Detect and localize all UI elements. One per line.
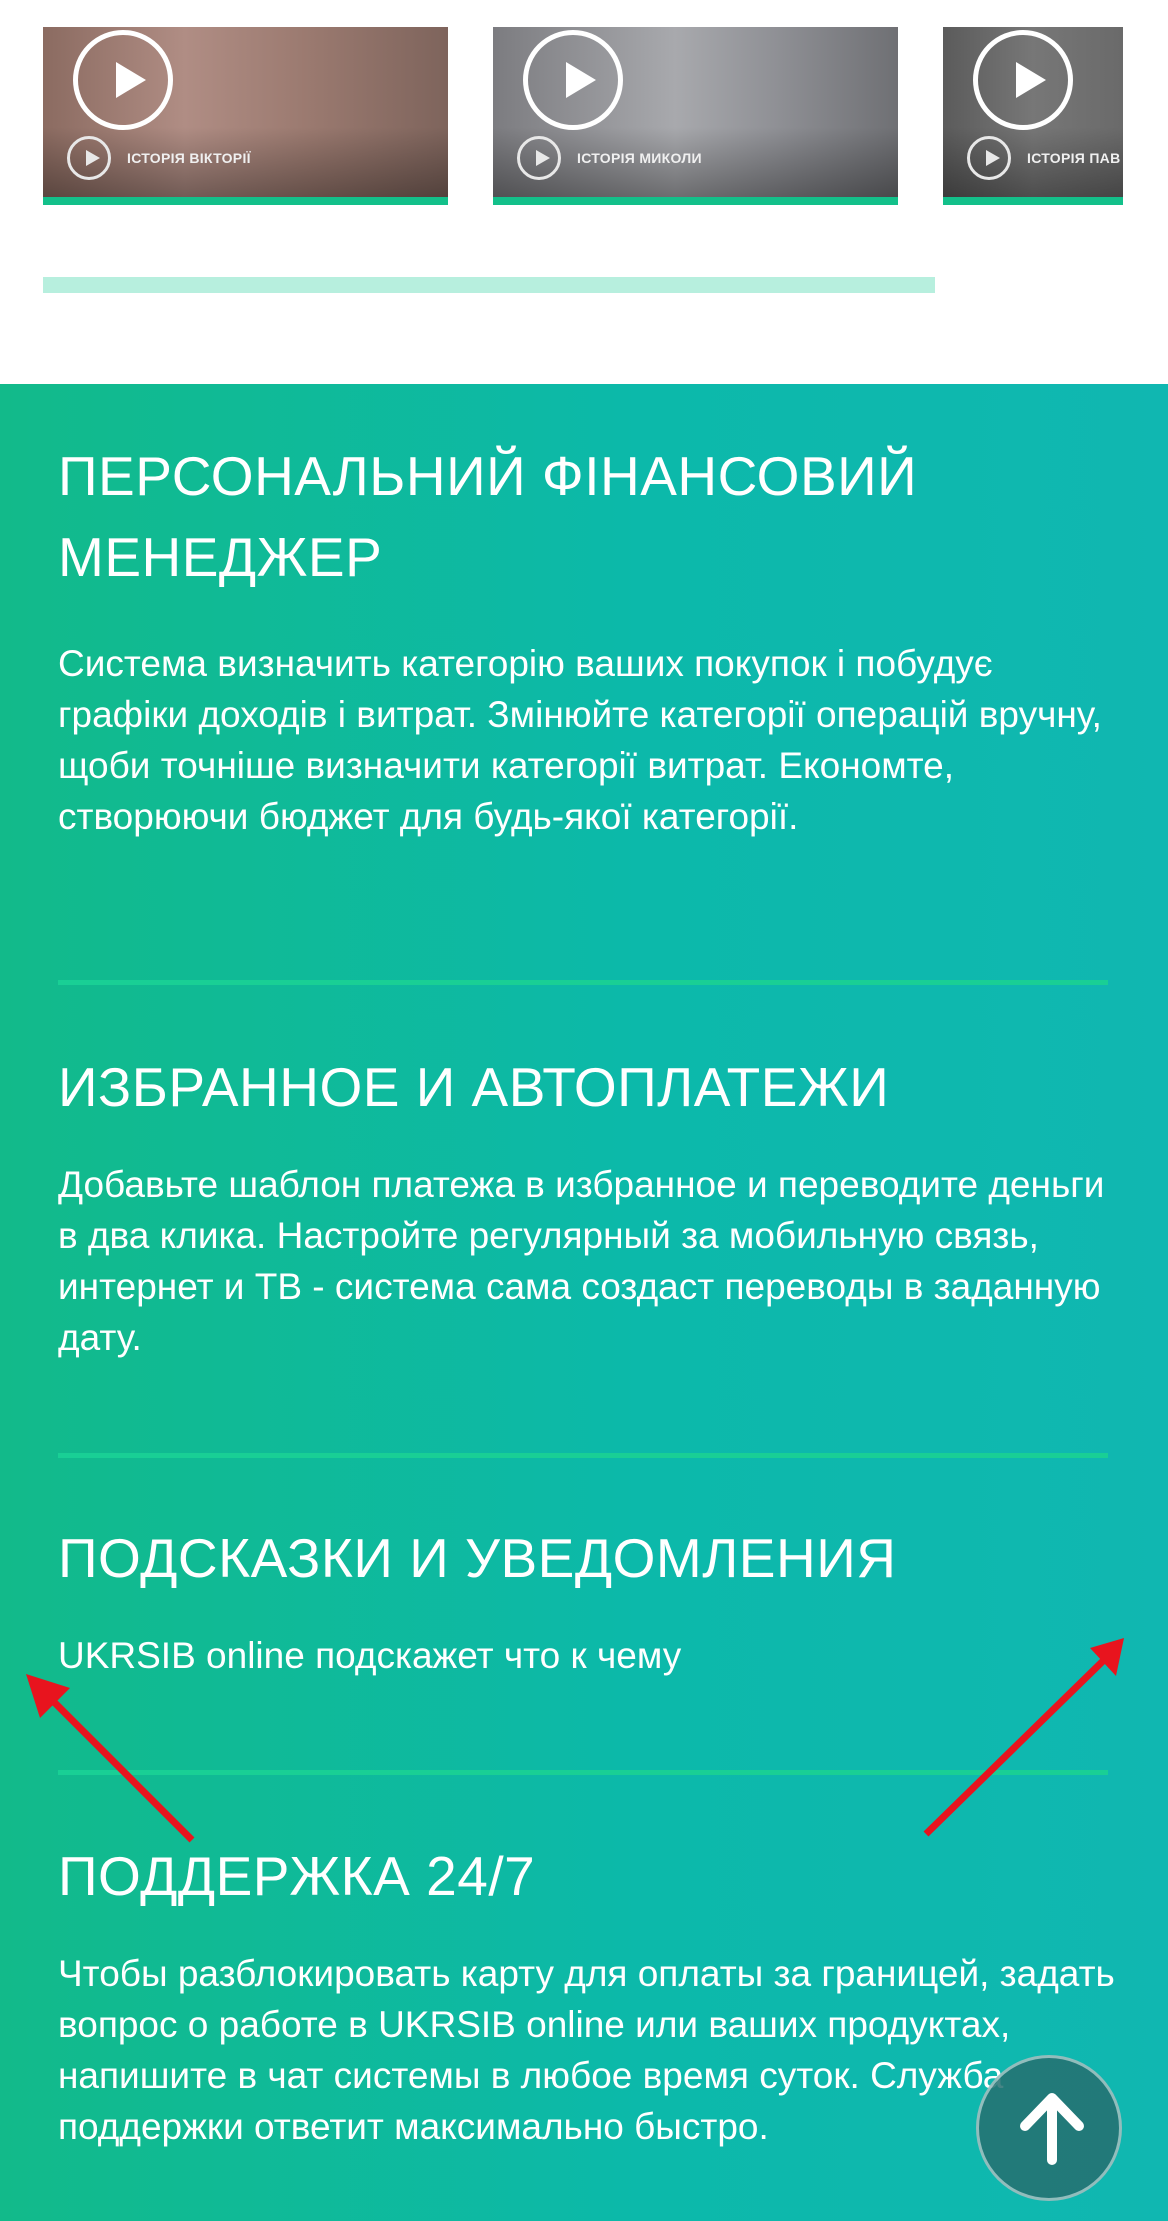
play-icon <box>67 136 111 180</box>
video-card-mykola[interactable]: ІСТОРІЯ МИКОЛИ <box>493 27 898 205</box>
video-caption: ІСТОРІЯ МИКОЛИ <box>517 136 702 180</box>
feature-description-support: Чтобы разблокировать карту для оплаты за… <box>58 1953 1115 2147</box>
video-card-accent-bar <box>43 197 448 205</box>
feature-title-support: ПОДДЕРЖКА 24/7 <box>58 1845 536 1907</box>
feature-title-finance-manager: ПЕРСОНАЛЬНИЙ ФІНАНСОВИЙ МЕНЕДЖЕР <box>58 445 918 588</box>
page: ІСТОРІЯ ВІКТОРІЇ ІСТОРІЯ МИКОЛИ ІСТОРІЯ … <box>0 0 1168 2221</box>
video-caption: ІСТОРІЯ ВІКТОРІЇ <box>67 136 251 180</box>
video-caption: ІСТОРІЯ ПАВ <box>967 136 1121 180</box>
feature-divider <box>58 1770 1108 1775</box>
video-card-pavlo[interactable]: ІСТОРІЯ ПАВ <box>943 27 1123 205</box>
play-icon[interactable] <box>523 30 623 130</box>
play-icon[interactable] <box>973 30 1073 130</box>
scroll-to-top-button[interactable] <box>976 2055 1122 2201</box>
features-section: ПЕРСОНАЛЬНИЙ ФІНАНСОВИЙ МЕНЕДЖЕР Система… <box>0 384 1168 2221</box>
feature-description-favorites-autopay: Добавьте шаблон платежа в избранное и пе… <box>58 1164 1105 1358</box>
video-carousel[interactable]: ІСТОРІЯ ВІКТОРІЇ ІСТОРІЯ МИКОЛИ ІСТОРІЯ … <box>0 0 1168 384</box>
feature-description-finance-manager: Система визначить категорію ваших покупо… <box>58 643 1102 837</box>
play-icon <box>517 136 561 180</box>
feature-title-tips-notifications: ПОДСКАЗКИ И УВЕДОМЛЕНИЯ <box>58 1527 897 1589</box>
feature-description-tips-notifications: UKRSIB online подскажет что к чему <box>58 1635 682 1676</box>
feature-title-favorites-autopay: ИЗБРАННОЕ И АВТОПЛАТЕЖИ <box>58 1056 890 1118</box>
video-card-accent-bar <box>943 197 1123 205</box>
video-title: ІСТОРІЯ ПАВ <box>1027 150 1121 166</box>
feature-divider <box>58 980 1108 985</box>
video-title: ІСТОРІЯ ВІКТОРІЇ <box>127 150 251 166</box>
feature-divider <box>58 1453 1108 1458</box>
arrow-up-icon <box>1020 2093 1084 2165</box>
play-icon <box>967 136 1011 180</box>
carousel-scrollbar[interactable] <box>43 277 935 293</box>
video-title: ІСТОРІЯ МИКОЛИ <box>577 150 702 166</box>
video-card-viktoria[interactable]: ІСТОРІЯ ВІКТОРІЇ <box>43 27 448 205</box>
video-card-accent-bar <box>493 197 898 205</box>
play-icon[interactable] <box>73 30 173 130</box>
